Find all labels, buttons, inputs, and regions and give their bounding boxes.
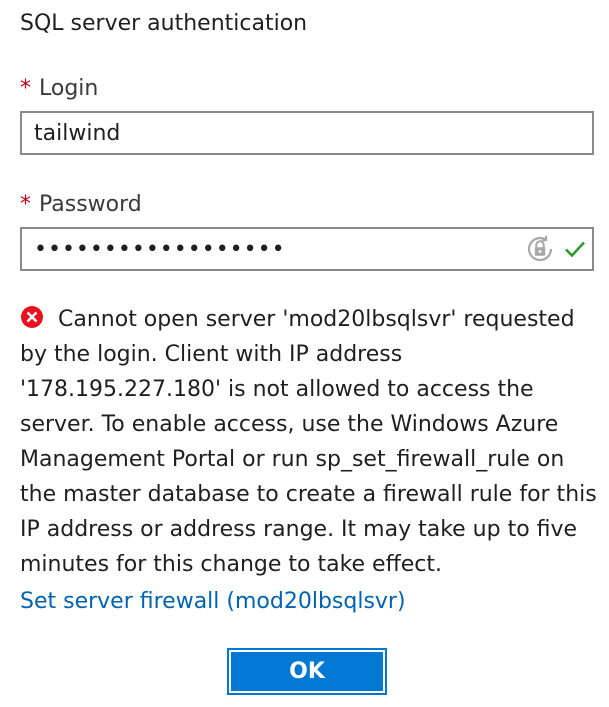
error-message-text: Cannot open server 'mod20lbsqlsvr' reque…	[20, 307, 597, 577]
password-label: * Password	[20, 190, 142, 220]
login-required-mark: *	[20, 76, 31, 101]
login-label-text: Login	[39, 76, 99, 101]
set-server-firewall-link[interactable]: Set server firewall (mod20lbsqlsvr)	[20, 586, 406, 618]
error-message-block: Cannot open server 'mod20lbsqlsvr' reque…	[20, 302, 600, 582]
password-label-text: Password	[39, 192, 142, 217]
ok-button[interactable]: OK	[227, 648, 387, 695]
password-reveal-icon[interactable]	[525, 234, 555, 264]
login-label: * Login	[20, 74, 98, 104]
login-input[interactable]	[20, 111, 594, 155]
password-required-mark: *	[20, 192, 31, 217]
section-title: SQL server authentication	[20, 11, 308, 36]
password-input[interactable]	[20, 227, 594, 271]
error-icon	[20, 305, 44, 329]
checkmark-icon	[563, 237, 587, 261]
